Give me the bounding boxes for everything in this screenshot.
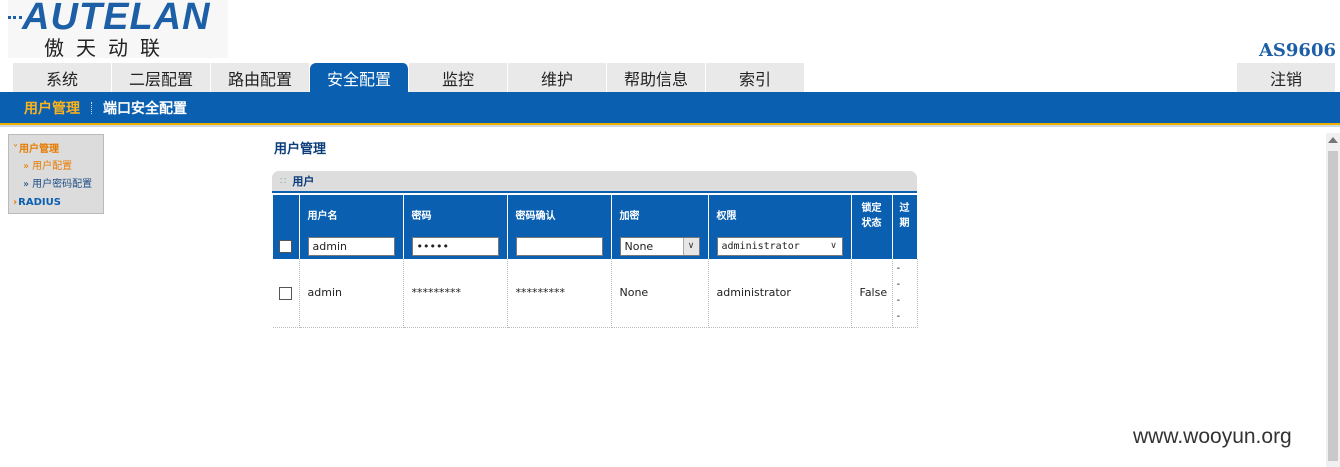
brand-chinese: 傲天动联 (44, 36, 172, 60)
page-title: 用户管理 (274, 142, 327, 157)
panel-title: 用户 (292, 175, 315, 188)
top-nav: 系统 二层配置 路由配置 安全配置 监控 维护 帮助信息 索引 (13, 63, 805, 92)
device-model: AS9606 (1258, 40, 1336, 61)
tree-item-user-config[interactable]: » 用户配置 (13, 158, 99, 176)
tree-item-user-password-config[interactable]: » 用户密码配置 (13, 176, 99, 194)
subnav-port-security[interactable]: 端口安全配置 (103, 98, 187, 118)
header-encryption: 加密 (611, 195, 709, 233)
sidebar-tree: ˅用户管理 » 用户配置 » 用户密码配置 ›RADIUS (8, 134, 104, 214)
table-header-row: 用户名 密码 密码确认 加密 权限 锁定 状态 过 期 (273, 195, 918, 233)
subnav-separator (91, 101, 92, 114)
header-username: 用户名 (299, 195, 404, 233)
vertical-scrollbar[interactable] (1326, 133, 1340, 467)
header-lock-line1: 锁定 (861, 203, 882, 214)
user-table: 用户名 密码 密码确认 加密 权限 锁定 状态 过 期 None ∨ (273, 195, 918, 328)
edit-expire-cell (892, 233, 918, 259)
chevron-down-icon: ∨ (830, 241, 837, 251)
row-select-cell (273, 259, 300, 328)
row-checkbox[interactable] (279, 286, 293, 300)
tree-group-radius[interactable]: ›RADIUS (13, 194, 99, 211)
expire-value: - (896, 294, 901, 306)
bullet-icon: » (23, 179, 30, 190)
scroll-up-arrow-icon[interactable] (1328, 137, 1338, 143)
tab-security[interactable]: 安全配置 (310, 63, 409, 92)
tab-monitor[interactable]: 监控 (409, 63, 508, 92)
header-select (273, 195, 300, 233)
encryption-select[interactable]: None ∨ (619, 236, 700, 256)
tree-group-label: 用户管理 (19, 144, 59, 155)
bullet-icon: » (23, 161, 30, 172)
panel-header: ∷ 用户 (272, 171, 917, 193)
tree-item-label: 用户配置 (32, 161, 73, 172)
edit-row: None ∨ administrator ∨ (273, 233, 918, 259)
collapsed-arrow-icon: › (13, 197, 18, 208)
edit-password-confirm-cell (507, 233, 612, 259)
tab-maintenance[interactable]: 维护 (508, 63, 607, 92)
username-input[interactable] (307, 236, 395, 256)
tree-group-user-management[interactable]: ˅用户管理 (13, 141, 99, 158)
expire-value: - (896, 278, 901, 290)
watermark: www.wooyun.org (1133, 425, 1292, 448)
password-confirm-input[interactable] (515, 236, 603, 256)
chevron-down-icon: ∨ (682, 237, 699, 255)
cell-privilege: administrator (708, 259, 852, 328)
logo-dots (8, 16, 22, 22)
cell-password: ********* (403, 259, 508, 328)
edit-password-cell (403, 233, 508, 259)
tree-item-label: 用户密码配置 (32, 179, 93, 190)
header-expire-line1: 过 (899, 203, 910, 214)
scrollbar-thumb[interactable] (1328, 151, 1338, 461)
tab-index[interactable]: 索引 (706, 63, 805, 92)
password-input[interactable] (411, 236, 499, 256)
cell-username: admin (299, 259, 404, 328)
header-expire: 过 期 (892, 195, 918, 233)
edit-encryption-cell: None ∨ (611, 233, 709, 259)
privilege-select-value: administrator (721, 240, 800, 252)
brand-logo: AUTELAN 傲天动联 (8, 0, 228, 60)
tab-system[interactable]: 系统 (13, 63, 112, 92)
subnav-shadow (0, 125, 1340, 127)
edit-select-cell (273, 233, 300, 259)
cell-encryption: None (611, 259, 709, 328)
cell-expire: - - - - (892, 259, 918, 328)
header-lock-line2: 状态 (861, 218, 882, 229)
tree-group-label: RADIUS (18, 197, 61, 208)
header-lock-status: 锁定 状态 (851, 195, 893, 233)
cell-lock-status: False (851, 259, 893, 328)
tab-routing[interactable]: 路由配置 (211, 63, 310, 92)
grip-icon: ∷ (280, 175, 287, 187)
edit-username-cell (299, 233, 404, 259)
edit-lock-cell (851, 233, 893, 259)
header-privilege: 权限 (708, 195, 852, 233)
header-expire-line2: 期 (899, 218, 910, 229)
edit-privilege-cell: administrator ∨ (708, 233, 852, 259)
sub-nav: 用户管理 端口安全配置 (0, 92, 1340, 123)
cell-password-confirm: ********* (507, 259, 612, 328)
tab-help[interactable]: 帮助信息 (607, 63, 706, 92)
logout-button[interactable]: 注销 (1237, 63, 1335, 92)
expand-chevron-icon: ˅ (13, 144, 18, 155)
table-row: admin ********* ********* None administr… (273, 259, 918, 328)
expire-value: - (896, 310, 901, 322)
privilege-select[interactable]: administrator ∨ (716, 236, 843, 256)
header-password-confirm: 密码确认 (507, 195, 612, 233)
tab-layer2[interactable]: 二层配置 (112, 63, 211, 92)
expire-value: - (896, 262, 901, 274)
header-password: 密码 (403, 195, 508, 233)
subnav-user-management[interactable]: 用户管理 (24, 98, 80, 118)
encryption-select-value: None (624, 239, 654, 253)
edit-row-checkbox[interactable] (279, 240, 293, 253)
